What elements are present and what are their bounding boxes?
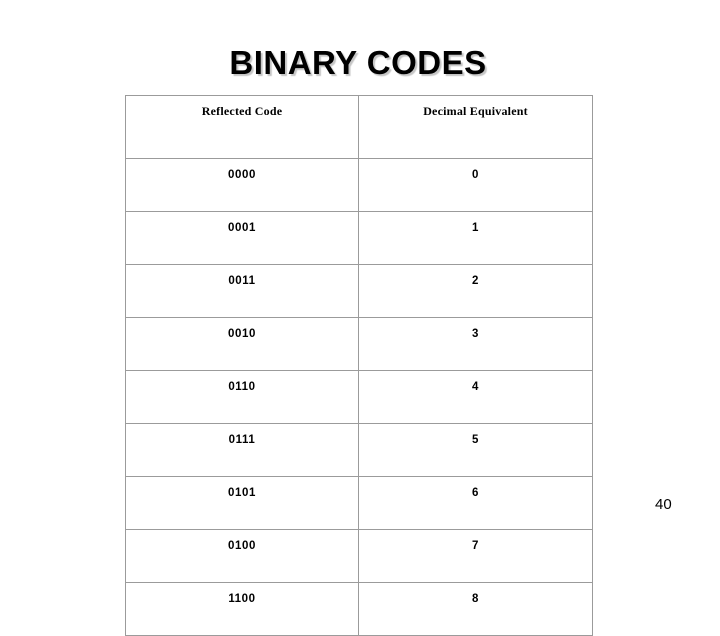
page-title: BINARY CODES: [229, 44, 487, 81]
column-header-decimal-equivalent: Decimal Equivalent: [358, 95, 593, 159]
cell-decimal-equivalent: 7: [358, 529, 593, 583]
cell-reflected-code: 0110: [125, 370, 359, 424]
table-row: 1100 8: [125, 582, 593, 636]
slide-canvas: BINARY CODES Reflected Code Decimal Equi…: [0, 0, 720, 636]
cell-reflected-code: 0010: [125, 317, 359, 371]
cell-reflected-code: 1100: [125, 582, 359, 636]
cell-decimal-equivalent: 2: [358, 264, 593, 318]
table-header: Reflected Code Decimal Equivalent: [125, 95, 593, 159]
table-row: 0000 0: [125, 158, 593, 212]
table-row: 0110 4: [125, 370, 593, 424]
table-row: 0101 6: [125, 476, 593, 530]
cell-decimal-equivalent: 8: [358, 582, 593, 636]
cell-reflected-code: 0000: [125, 158, 359, 212]
column-header-reflected-code: Reflected Code: [125, 95, 359, 159]
cell-decimal-equivalent: 5: [358, 423, 593, 477]
binary-codes-table: Reflected Code Decimal Equivalent 0000 0 0…: [125, 95, 593, 636]
table-row: 0011 2: [125, 264, 593, 318]
page-number: 40: [655, 496, 672, 513]
cell-reflected-code: 0111: [125, 423, 359, 477]
cell-reflected-code: 0101: [125, 476, 359, 530]
table-row: 0100 7: [125, 529, 593, 583]
cell-reflected-code: 0100: [125, 529, 359, 583]
cell-reflected-code: 0011: [125, 264, 359, 318]
table-row: 0001 1: [125, 211, 593, 265]
cell-reflected-code: 0001: [125, 211, 359, 265]
table-row: 0010 3: [125, 317, 593, 371]
cell-decimal-equivalent: 6: [358, 476, 593, 530]
table-body: 0000 0 0001 1 0011 2 0010 3 0110 4 0111 5 0101 6 0100 7…: [125, 158, 593, 636]
cell-decimal-equivalent: 3: [358, 317, 593, 371]
cell-decimal-equivalent: 0: [358, 158, 593, 212]
table-row: 0111 5: [125, 423, 593, 477]
table-header-row: Reflected Code Decimal Equivalent: [125, 95, 593, 159]
cell-decimal-equivalent: 1: [358, 211, 593, 265]
cell-decimal-equivalent: 4: [358, 370, 593, 424]
